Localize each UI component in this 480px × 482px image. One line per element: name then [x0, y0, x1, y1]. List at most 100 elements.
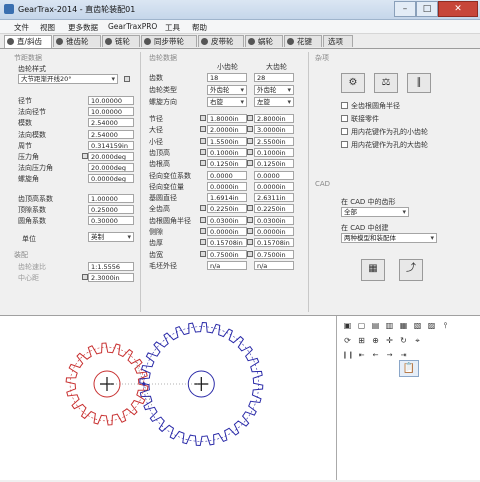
misc-checkbox[interactable]	[341, 102, 348, 109]
maximize-button[interactable]: □	[416, 1, 438, 17]
pinion-select-field[interactable]: 右旋	[207, 97, 247, 107]
tab-sprocket[interactable]: 链轮	[102, 35, 140, 47]
pinion-row-value[interactable]: 0.0000in	[207, 181, 247, 191]
pitch-row-value[interactable]: 10.00000	[88, 96, 134, 105]
pitch-row-value[interactable]: 2.54000	[88, 118, 134, 128]
pinion-row-value[interactable]: 1.8000in	[207, 114, 247, 123]
coef-row-value[interactable]: 1.00000	[88, 194, 134, 203]
misc-checkbox[interactable]	[341, 128, 348, 135]
front-button[interactable]: ▢	[356, 320, 367, 331]
pinion-row-lock[interactable]	[200, 148, 206, 155]
pinion-row-lock[interactable]	[200, 250, 206, 257]
tab-worm[interactable]: 蜗轮	[245, 35, 283, 47]
caliper-button[interactable]: ∥	[407, 73, 431, 93]
gear-row-value[interactable]: 2.8000in	[254, 114, 294, 123]
menu-more-data[interactable]: 更多数据	[68, 22, 98, 33]
pinion-row-value[interactable]: 0.1000in	[207, 147, 247, 157]
tab-bevel[interactable]: 锥齿轮	[53, 35, 101, 47]
rotate-button[interactable]: ⟳	[342, 335, 353, 346]
gear-teeth-field[interactable]: 28	[254, 73, 294, 82]
pinion-row-lock[interactable]	[200, 126, 206, 133]
gear-row-value[interactable]: 3.0000in	[254, 125, 294, 135]
pinion-select-field[interactable]: 外齿轮	[207, 85, 247, 95]
tab-timing-pulley[interactable]: 同步带轮	[141, 35, 197, 47]
tab-spur-helical[interactable]: 直/斜齿	[4, 35, 52, 48]
assembly-row-value[interactable]: 2.3000in	[88, 273, 134, 282]
pinion-row-lock[interactable]	[200, 137, 206, 144]
gear-select-field[interactable]: 左旋	[254, 97, 294, 107]
gear-row-lock[interactable]	[247, 115, 253, 121]
pinion-row-lock[interactable]	[200, 205, 206, 212]
pinion-row-value[interactable]: 1.6914in	[207, 193, 247, 203]
menu-tools[interactable]: 工具	[165, 22, 180, 33]
export-button[interactable]: ⤴	[399, 259, 423, 281]
menu-help[interactable]: 帮助	[192, 22, 207, 33]
gear-row-lock[interactable]	[247, 216, 253, 223]
pitch-row-value[interactable]: 20.000deg	[88, 152, 134, 161]
pinion-row-value[interactable]: 0.15708in	[207, 238, 247, 248]
gear-row-value[interactable]: 0.15708in	[254, 238, 294, 248]
pinion-row-value[interactable]: 1.5500in	[207, 136, 247, 146]
coef-row-value[interactable]: 0.30000	[88, 216, 134, 225]
gear-row-value[interactable]: 0.0000in	[254, 181, 294, 191]
pan-button[interactable]: ✛	[384, 335, 395, 346]
pinion-row-value[interactable]: 2.0000in	[207, 125, 247, 135]
pitch-row-value[interactable]: 10.00000	[88, 107, 134, 117]
gear-row-value[interactable]: 0.7500in	[254, 249, 294, 259]
target-button[interactable]: ⌖	[412, 335, 423, 346]
pinion-row-lock[interactable]	[200, 239, 206, 246]
menu-view[interactable]: 视图	[40, 22, 55, 33]
gear-row-value[interactable]: n/a	[254, 260, 294, 270]
close-button[interactable]: ✕	[438, 1, 478, 17]
zoom-button[interactable]: ⊕	[370, 335, 381, 346]
gear-row-value[interactable]: 0.1000in	[254, 147, 294, 157]
zoom-fit-button[interactable]: ⊞	[356, 335, 367, 346]
back-button[interactable]: ▦	[398, 320, 409, 331]
bottom-button[interactable]: ▧	[412, 320, 423, 331]
left-button[interactable]: ▨	[426, 320, 437, 331]
top-button[interactable]: ▤	[370, 320, 381, 331]
menu-geartraxpro[interactable]: GearTraxPRO	[108, 22, 157, 31]
gear-row-lock[interactable]	[247, 126, 253, 133]
tab-options[interactable]: 选项	[323, 35, 353, 47]
pitch-row-value[interactable]: 0.314159in	[88, 140, 134, 150]
pinion-row-lock[interactable]	[200, 160, 206, 167]
minimize-button[interactable]: –	[394, 1, 416, 17]
coef-row-value[interactable]: 0.25000	[88, 205, 134, 214]
menu-file[interactable]: 文件	[14, 22, 29, 33]
pinion-row-value[interactable]: 0.1250in	[207, 159, 247, 169]
tab-spline[interactable]: 花键	[284, 35, 322, 47]
pitch-row-value[interactable]: 2.54000	[88, 129, 134, 139]
pitch-row-value[interactable]: 0.0000deg	[88, 174, 134, 184]
gear-select-field[interactable]: 外齿轮	[254, 85, 294, 95]
gear-mesh-view[interactable]	[0, 316, 336, 480]
pinion-teeth-field[interactable]: 18	[207, 73, 247, 82]
gear-row-value[interactable]: 0.2250in	[254, 204, 294, 214]
gear-row-lock[interactable]	[247, 148, 253, 155]
gear-row-lock[interactable]	[247, 228, 253, 234]
pinion-row-value[interactable]: 0.0000in	[207, 227, 247, 236]
gear-row-lock[interactable]	[247, 205, 253, 212]
gear-row-lock[interactable]	[247, 239, 253, 246]
gear-row-value[interactable]: 2.5500in	[254, 136, 294, 146]
pinion-row-value[interactable]: 0.0300in	[207, 215, 247, 225]
table-button[interactable]: ▦	[361, 259, 385, 281]
pinion-row-value[interactable]: 0.7500in	[207, 249, 247, 259]
clipboard-button[interactable]: 📋	[399, 360, 419, 377]
misc-checkbox[interactable]	[341, 115, 348, 122]
misc-checkbox[interactable]	[341, 141, 348, 148]
tab-belt-pulley[interactable]: 皮带轮	[198, 35, 244, 47]
pitch-row-value[interactable]: 20.000deg	[88, 163, 134, 173]
gear-settings-button[interactable]: ⚙	[341, 73, 365, 93]
tooth-form-select[interactable]: 大节距渐开线20°	[18, 74, 118, 84]
gear-row-value[interactable]: 0.1250in	[254, 159, 294, 169]
pause-button[interactable]: ❙❙	[342, 350, 354, 361]
gear-row-value[interactable]: 0.0000in	[254, 227, 294, 236]
pinion-row-lock[interactable]	[200, 228, 206, 234]
gear-row-value[interactable]: 0.0000	[254, 170, 294, 180]
play-button[interactable]: →	[384, 350, 395, 361]
balance-button[interactable]: ⚖	[374, 73, 398, 93]
pinion-row-value[interactable]: 0.0000	[207, 170, 247, 180]
tooth-form-lock[interactable]	[124, 76, 130, 82]
gear-viewer[interactable]	[0, 316, 337, 480]
